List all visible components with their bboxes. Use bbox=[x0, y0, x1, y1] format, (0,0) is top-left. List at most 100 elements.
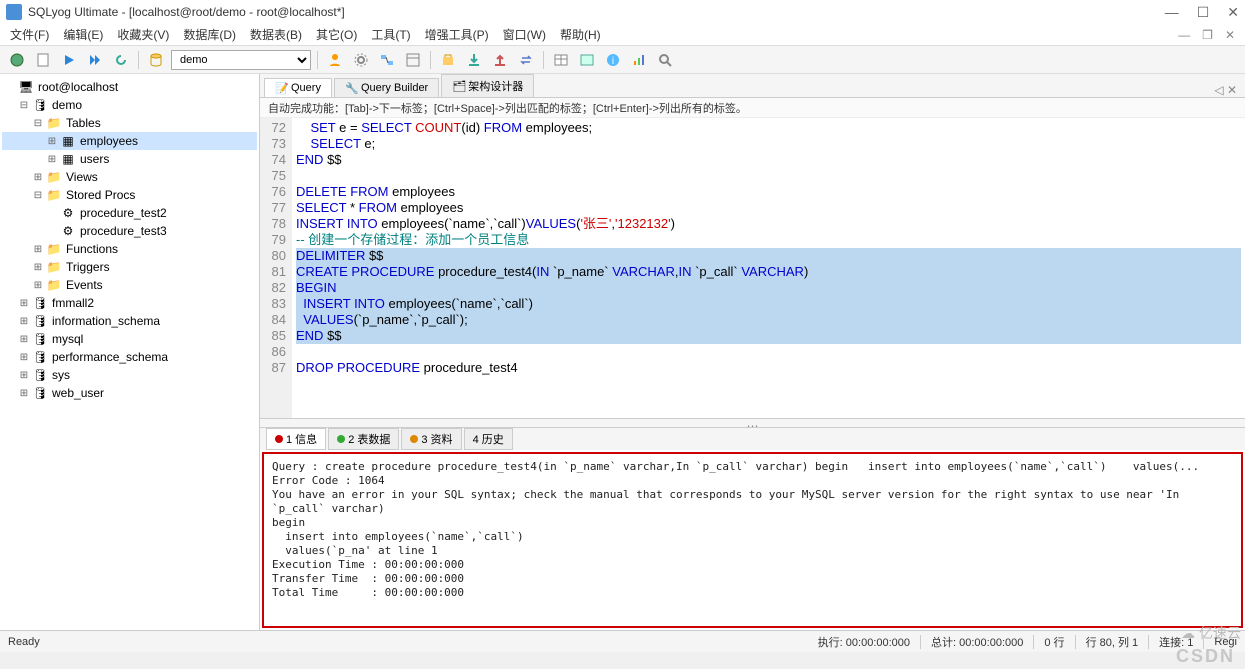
tab-label: 架构设计器 bbox=[468, 78, 523, 94]
line-gutter: 72737475767778798081828384858687 bbox=[260, 118, 292, 418]
dot-icon bbox=[337, 435, 345, 443]
tree-folder-functions[interactable]: ⊞📁Functions bbox=[2, 240, 257, 258]
tree-table-employees[interactable]: ⊞▦employees bbox=[2, 132, 257, 150]
data-button[interactable] bbox=[576, 49, 598, 71]
tree-label: employees bbox=[80, 134, 138, 148]
tree-label: sys bbox=[52, 368, 70, 382]
menu-table[interactable]: 数据表(B) bbox=[246, 24, 306, 45]
sql-editor[interactable]: 72737475767778798081828384858687 SET e =… bbox=[260, 118, 1245, 418]
menu-powertools[interactable]: 增强工具(P) bbox=[421, 24, 493, 45]
tree-label: web_user bbox=[52, 386, 104, 400]
status-total: 总计: 00:00:00:000 bbox=[931, 634, 1023, 650]
tree-db-web-user[interactable]: ⊞🛢web_user bbox=[2, 384, 257, 402]
new-connection-button[interactable] bbox=[6, 49, 28, 71]
database-select[interactable]: demo bbox=[171, 50, 311, 70]
server-icon: 🖥 bbox=[18, 79, 34, 95]
tree-db-performance-schema[interactable]: ⊞🛢performance_schema bbox=[2, 348, 257, 366]
tree-label: Events bbox=[66, 278, 103, 292]
sync-button[interactable] bbox=[515, 49, 537, 71]
table-icon: ▦ bbox=[60, 133, 76, 149]
backup-button[interactable] bbox=[437, 49, 459, 71]
tree-table-users[interactable]: ⊞▦users bbox=[2, 150, 257, 168]
tree-db-information-schema[interactable]: ⊞🛢information_schema bbox=[2, 312, 257, 330]
tree-folder-tables[interactable]: ⊟📁Tables bbox=[2, 114, 257, 132]
table-button[interactable] bbox=[550, 49, 572, 71]
maximize-button[interactable]: ☐ bbox=[1197, 4, 1210, 21]
tree-db-sys[interactable]: ⊞🛢sys bbox=[2, 366, 257, 384]
tab-query[interactable]: 📝Query bbox=[264, 78, 332, 97]
find-button[interactable] bbox=[654, 49, 676, 71]
import-button[interactable] bbox=[463, 49, 485, 71]
tab-label: Query bbox=[291, 82, 321, 94]
mdi-restore-button[interactable]: ❐ bbox=[1198, 26, 1217, 44]
result-panel[interactable]: Query : create procedure procedure_test4… bbox=[262, 452, 1243, 628]
rtab-history[interactable]: 4 历史 bbox=[464, 428, 513, 450]
object-browser[interactable]: 🖥root@localhost ⊟🛢demo ⊟📁Tables ⊞▦employ… bbox=[0, 74, 260, 630]
export-button[interactable] bbox=[489, 49, 511, 71]
folder-icon: 📁 bbox=[46, 259, 62, 275]
error-dot-icon bbox=[275, 435, 283, 443]
refresh-button[interactable] bbox=[110, 49, 132, 71]
schema-designer-button[interactable] bbox=[402, 49, 424, 71]
mdi-close-button[interactable]: ✕ bbox=[1221, 26, 1239, 44]
db-icon bbox=[145, 49, 167, 71]
rtab-tabledata[interactable]: 2 表数据 bbox=[328, 428, 399, 450]
menu-other[interactable]: 其它(O) bbox=[312, 24, 361, 45]
svg-text:i: i bbox=[612, 56, 614, 67]
tree-label: procedure_test3 bbox=[80, 224, 167, 238]
user-button[interactable] bbox=[324, 49, 346, 71]
schema-icon: 🗂 bbox=[452, 80, 464, 92]
tab-close-button[interactable]: ◁ ✕ bbox=[1206, 83, 1245, 97]
status-rows: 0 行 bbox=[1044, 634, 1064, 650]
splitter[interactable]: ⋯ bbox=[260, 418, 1245, 428]
folder-icon: 📁 bbox=[46, 241, 62, 257]
tree-folder-triggers[interactable]: ⊞📁Triggers bbox=[2, 258, 257, 276]
new-query-button[interactable] bbox=[32, 49, 54, 71]
query-builder-button[interactable] bbox=[376, 49, 398, 71]
folder-icon: 📁 bbox=[46, 169, 62, 185]
execute-button[interactable] bbox=[58, 49, 80, 71]
tab-schema-designer[interactable]: 🗂 架构设计器 bbox=[441, 74, 534, 97]
menu-window[interactable]: 窗口(W) bbox=[499, 24, 550, 45]
menu-edit[interactable]: 编辑(E) bbox=[59, 24, 107, 45]
proc-icon: ⚙ bbox=[60, 223, 76, 239]
database-icon: 🛢 bbox=[32, 331, 48, 347]
tree-db-demo[interactable]: ⊟🛢demo bbox=[2, 96, 257, 114]
menu-database[interactable]: 数据库(D) bbox=[179, 24, 240, 45]
rtab-resources[interactable]: 3 资料 bbox=[401, 428, 461, 450]
chart-button[interactable] bbox=[628, 49, 650, 71]
menu-file[interactable]: 文件(F) bbox=[6, 24, 53, 45]
code-area[interactable]: SET e = SELECT COUNT(id) FROM employees;… bbox=[292, 118, 1245, 418]
menu-help[interactable]: 帮助(H) bbox=[556, 24, 605, 45]
menubar: 文件(F) 编辑(E) 收藏夹(V) 数据库(D) 数据表(B) 其它(O) 工… bbox=[0, 24, 1245, 46]
tree-folder-storedprocs[interactable]: ⊟📁Stored Procs bbox=[2, 186, 257, 204]
database-icon: 🛢 bbox=[32, 367, 48, 383]
tree-label: users bbox=[80, 152, 109, 166]
info-button[interactable]: i bbox=[602, 49, 624, 71]
dot-icon bbox=[410, 435, 418, 443]
rtab-info[interactable]: 1 信息 bbox=[266, 428, 326, 450]
menu-tools[interactable]: 工具(T) bbox=[367, 24, 414, 45]
tree-db-fmmall2[interactable]: ⊞🛢fmmall2 bbox=[2, 294, 257, 312]
mdi-minimize-button[interactable]: — bbox=[1174, 26, 1194, 44]
tree-proc-test3[interactable]: ⚙ procedure_test3 bbox=[2, 222, 257, 240]
tree-folder-views[interactable]: ⊞📁Views bbox=[2, 168, 257, 186]
minimize-button[interactable]: — bbox=[1165, 4, 1179, 21]
builder-icon: 🔧 bbox=[345, 82, 357, 94]
gear-button[interactable] bbox=[350, 49, 372, 71]
folder-icon: 📁 bbox=[46, 277, 62, 293]
tree-db-mysql[interactable]: ⊞🛢mysql bbox=[2, 330, 257, 348]
execute-all-button[interactable] bbox=[84, 49, 106, 71]
tree-proc-test2[interactable]: ⚙procedure_test2 bbox=[2, 204, 257, 222]
menu-fav[interactable]: 收藏夹(V) bbox=[113, 24, 173, 45]
folder-icon: 📁 bbox=[46, 115, 62, 131]
status-ready: Ready bbox=[8, 636, 40, 648]
tree-connection[interactable]: 🖥root@localhost bbox=[2, 78, 257, 96]
tab-query-builder[interactable]: 🔧 Query Builder bbox=[334, 78, 439, 97]
tree-folder-events[interactable]: ⊞📁Events bbox=[2, 276, 257, 294]
toolbar-separator bbox=[543, 51, 544, 69]
tree-label: Stored Procs bbox=[66, 188, 135, 202]
tab-label: Query Builder bbox=[361, 82, 428, 94]
tree-label: mysql bbox=[52, 332, 83, 346]
close-button[interactable]: ✕ bbox=[1227, 4, 1239, 21]
